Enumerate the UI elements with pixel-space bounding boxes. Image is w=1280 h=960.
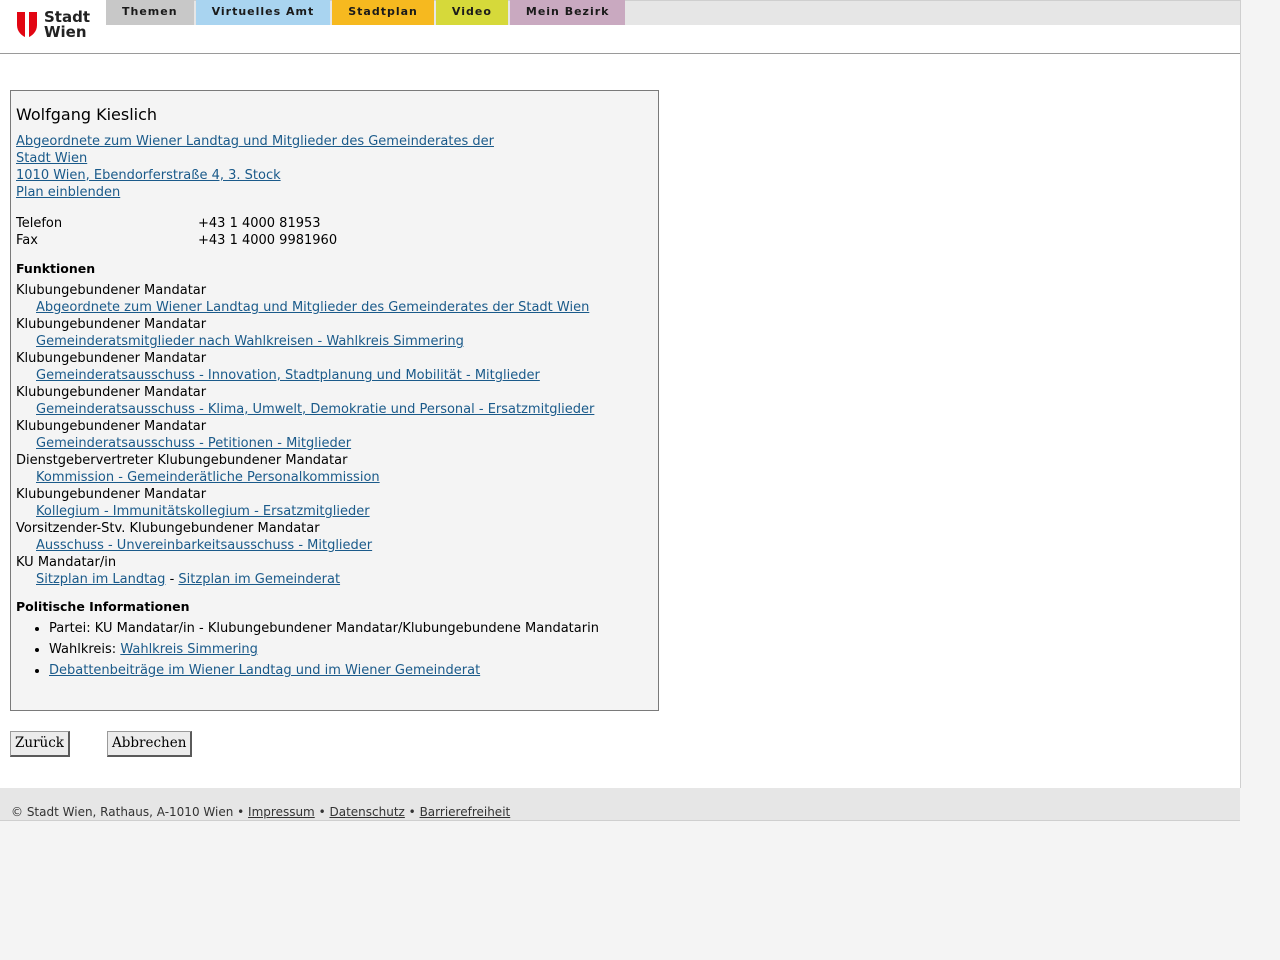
function-link[interactable]: Abgeordnete zum Wiener Landtag und Mitgl… <box>36 300 589 315</box>
political-info-list: Partei: KU Mandatar/in - Klubungebundene… <box>16 618 653 681</box>
footer-bullet: • <box>408 805 416 819</box>
contact-info: Telefon +43 1 4000 81953 Fax +43 1 4000 … <box>16 215 653 249</box>
functions-heading: Funktionen <box>16 261 96 276</box>
tab-virtuelles-amt[interactable]: Virtuelles Amt <box>195 0 331 25</box>
function-role: Klubungebundener Mandatar <box>16 317 207 332</box>
cancel-button[interactable]: Abbrechen <box>107 731 193 757</box>
function-link[interactable]: Kommission - Gemeinderätliche Personalko… <box>36 470 380 485</box>
person-detail-panel: Wolfgang Kieslich Abgeordnete zum Wiener… <box>10 90 659 711</box>
fax-number: +43 1 4000 9981960 <box>198 233 338 248</box>
footer-bullet: • <box>318 805 326 819</box>
footer-copyright: © Stadt Wien, Rathaus, A-1010 Wien <box>11 805 234 819</box>
stadt-wien-logo[interactable]: Stadt Wien <box>16 10 90 40</box>
function-role: Klubungebundener Mandatar <box>16 283 207 298</box>
function-link[interactable]: Kollegium - Immunitätskollegium - Ersatz… <box>36 504 370 519</box>
debates-item: Debattenbeiträge im Wiener Landtag und i… <box>49 660 653 681</box>
back-button[interactable]: Zurück <box>10 731 70 757</box>
political-info-heading: Politische Informationen <box>16 599 190 614</box>
function-link[interactable]: Gemeinderatsausschuss - Klima, Umwelt, D… <box>36 402 594 417</box>
district-item: Wahlkreis: Wahlkreis Simmering <box>49 639 653 660</box>
function-link[interactable]: Gemeinderatsausschuss - Innovation, Stad… <box>36 368 540 383</box>
function-role-last: KU Mandatar/in <box>16 555 117 570</box>
fax-row: Fax +43 1 4000 9981960 <box>16 232 653 249</box>
page: Stadt Wien Themen Virtuelles Amt Stadtpl… <box>0 0 1241 788</box>
header: Stadt Wien Themen Virtuelles Amt Stadtpl… <box>0 0 1240 54</box>
function-link[interactable]: Gemeinderatsmitglieder nach Wahlkreisen … <box>36 334 464 349</box>
function-role: Klubungebundener Mandatar <box>16 351 207 366</box>
district-label: Wahlkreis: <box>49 642 117 657</box>
wien-shield-icon <box>17 12 37 38</box>
show-map-link[interactable]: Plan einblenden <box>16 184 653 201</box>
address-link[interactable]: 1010 Wien, Ebendorferstraße 4, 3. Stock <box>16 167 653 184</box>
tab-stadtplan[interactable]: Stadtplan <box>332 0 434 25</box>
tab-themen[interactable]: Themen <box>106 0 194 25</box>
function-role: Klubungebundener Mandatar <box>16 419 207 434</box>
party-item: Partei: KU Mandatar/in - Klubungebundene… <box>49 618 653 639</box>
datenschutz-link[interactable]: Datenschutz <box>329 805 404 819</box>
person-name: Wolfgang Kieslich <box>16 105 158 124</box>
barrierefreiheit-link[interactable]: Barrierefreiheit <box>420 805 511 819</box>
function-role: Klubungebundener Mandatar <box>16 385 207 400</box>
phone-row: Telefon +43 1 4000 81953 <box>16 215 653 232</box>
impressum-link[interactable]: Impressum <box>248 805 315 819</box>
fax-label: Fax <box>16 233 38 248</box>
logo-line-2: Wien <box>44 23 87 41</box>
logo-text: Stadt Wien <box>44 10 90 40</box>
function-link[interactable]: Gemeinderatsausschuss - Petitionen - Mit… <box>36 436 351 451</box>
phone-label: Telefon <box>16 216 63 231</box>
seat-plan-gemeinderat-link[interactable]: Sitzplan im Gemeinderat <box>178 572 340 587</box>
district-link[interactable]: Wahlkreis Simmering <box>120 642 258 657</box>
seat-plan-separator: - <box>169 572 175 587</box>
footer-bullet: • <box>237 805 245 819</box>
debates-link[interactable]: Debattenbeiträge im Wiener Landtag und i… <box>49 663 480 678</box>
phone-number: +43 1 4000 81953 <box>198 216 321 231</box>
function-role: Vorsitzender-Stv. Klubungebundener Manda… <box>16 521 320 536</box>
seat-plan-landtag-link[interactable]: Sitzplan im Landtag <box>36 572 165 587</box>
function-role: Dienstgebervertreter Klubungebundener Ma… <box>16 453 348 468</box>
function-link[interactable]: Ausschuss - Unvereinbarkeitsausschuss - … <box>36 538 372 553</box>
tab-video[interactable]: Video <box>435 0 508 25</box>
organization-link[interactable]: Abgeordnete zum Wiener Landtag und Mitgl… <box>16 133 496 167</box>
tab-mein-bezirk[interactable]: Mein Bezirk <box>509 0 626 25</box>
functions-list: Klubungebundener Mandatar Abgeordnete zu… <box>16 282 653 588</box>
main-nav: Themen Virtuelles Amt Stadtplan Video Me… <box>106 0 627 25</box>
function-role: Klubungebundener Mandatar <box>16 487 207 502</box>
seat-plan-links: Sitzplan im Landtag - Sitzplan im Gemein… <box>16 571 653 588</box>
footer: © Stadt Wien, Rathaus, A-1010 Wien • Imp… <box>0 788 1240 821</box>
